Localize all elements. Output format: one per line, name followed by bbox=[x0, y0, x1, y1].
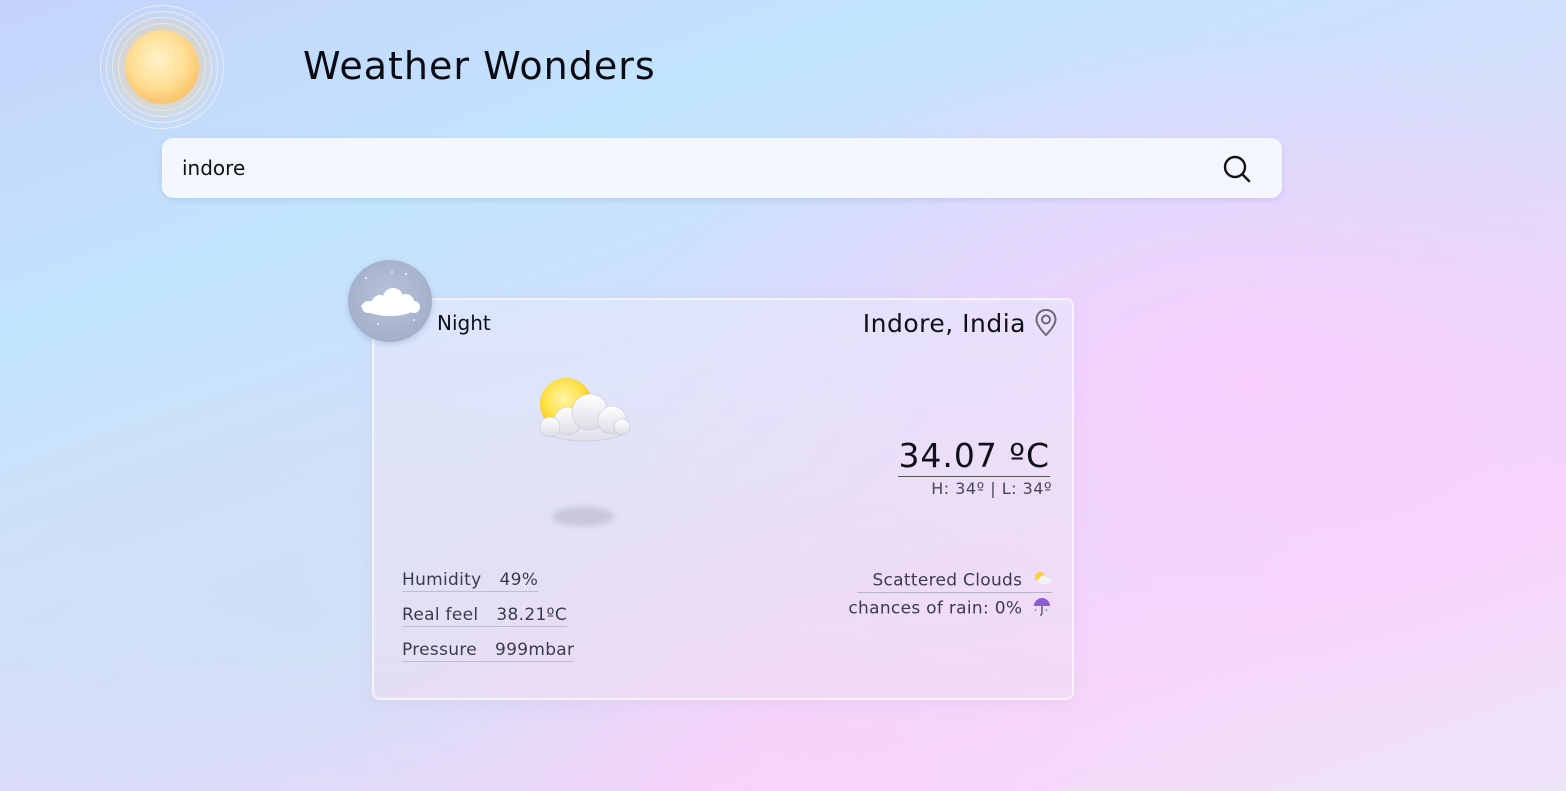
condition-label: Scattered Clouds bbox=[872, 570, 1023, 591]
stat-label: Pressure bbox=[402, 640, 477, 660]
search-input[interactable] bbox=[182, 138, 1182, 198]
stat-value: 49% bbox=[499, 570, 539, 590]
condition-row: Scattered Clouds bbox=[857, 570, 1052, 593]
period-label: Night bbox=[437, 311, 491, 335]
app-title: Weather Wonders bbox=[303, 44, 656, 88]
map-pin-icon bbox=[1033, 308, 1059, 338]
search-icon[interactable] bbox=[1222, 154, 1252, 184]
pressure-stat: Pressure 999mbar bbox=[402, 640, 575, 662]
stat-label: Humidity bbox=[402, 570, 482, 590]
stat-label: Real feel bbox=[402, 605, 479, 625]
illustration-shadow bbox=[552, 507, 614, 526]
sun-behind-cloud-small-icon bbox=[1032, 570, 1052, 591]
stat-value: 999mbar bbox=[495, 640, 575, 660]
rain-chance-label: chances of rain: 0% bbox=[848, 598, 1023, 619]
sun-logo-icon bbox=[100, 5, 224, 129]
real-feel-stat: Real feel 38.21ºC bbox=[402, 605, 568, 627]
temperature-value: 34.07 ºC bbox=[898, 436, 1050, 477]
high-low-temperature: H: 34º | L: 34º bbox=[931, 479, 1052, 498]
moon-cloud-icon bbox=[348, 260, 432, 342]
stat-value: 38.21ºC bbox=[496, 605, 568, 625]
umbrella-icon bbox=[1032, 596, 1052, 621]
search-bar bbox=[162, 138, 1282, 198]
rain-chance-row: chances of rain: 0% bbox=[848, 596, 1052, 621]
sun-behind-cloud-icon bbox=[530, 372, 640, 462]
humidity-stat: Humidity 49% bbox=[402, 570, 539, 592]
location-label: Indore, India bbox=[862, 309, 1026, 338]
